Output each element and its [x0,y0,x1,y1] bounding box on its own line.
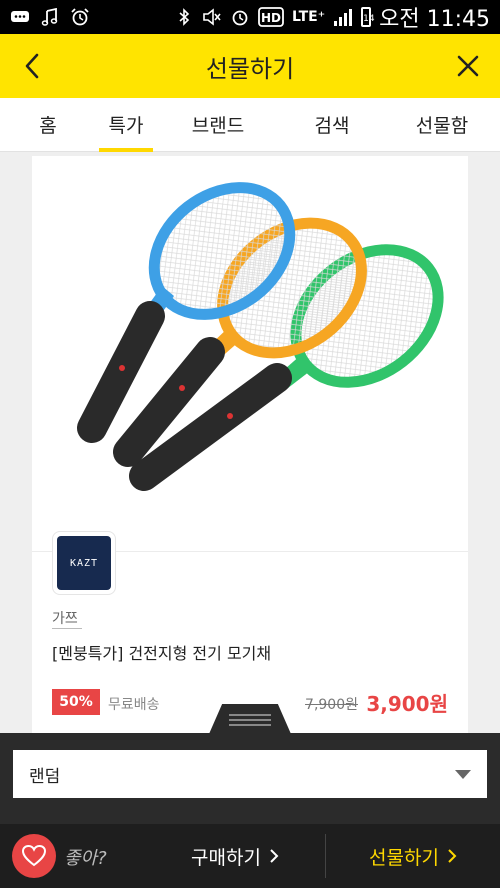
product-name: [멘붕특가] 건전지형 전기 모기채 [52,644,272,663]
brand-logo[interactable]: KAZT [52,531,116,595]
page-title: 선물하기 [205,54,295,83]
tab-home[interactable]: 홈 [0,98,96,151]
alarm-icon [232,10,248,26]
seller-name: 가쯔 [52,611,78,627]
like-button[interactable] [12,834,56,878]
hd-icon: HD [258,7,284,27]
original-price: 7,900원 [305,697,358,713]
tab-search[interactable]: 검색 [280,98,384,151]
action-bar: 좋아? 구매하기 선물하기 [0,824,500,888]
tab-deals[interactable]: 특가 [96,98,156,151]
close-button[interactable] [436,34,500,98]
product-image [77,182,444,491]
tab-brand[interactable]: 브랜드 [156,98,280,151]
option-select-value: 랜덤 [29,766,61,787]
music-icon [41,8,58,26]
handle-line [229,719,271,721]
handle-line [229,724,271,726]
handle-line [229,714,271,716]
gift-label: 선물하기 [369,846,439,869]
tab-bar: 홈 특가 브랜드 검색 선물함 [0,98,500,152]
heart-icon [21,844,47,867]
brand-logo-mark: KAZT [57,536,111,590]
product-card[interactable]: KAZT 가쯔 [멘붕특가] 건전지형 전기 모기채 50% 무료배송 7,90… [32,156,468,756]
caret-down-icon [455,770,471,779]
app-header: 선물하기 [0,34,500,98]
like-label: 좋아? [64,848,107,869]
panel-handle[interactable] [209,704,291,734]
buy-button[interactable]: 구매하기 [145,824,325,888]
discount-badge: 50% [52,689,100,715]
svg-text:HD: HD [261,11,281,25]
battery-icon: 14 [361,7,375,27]
back-button[interactable] [0,34,64,98]
chevron-left-icon [25,53,39,79]
bluetooth-icon [179,8,190,26]
gift-button[interactable]: 선물하기 [326,824,500,888]
status-bar: HD LTE⁺ 14 오전 11:45 [0,0,500,34]
status-time: 오전 11:45 [379,7,490,32]
chat-icon [11,11,29,22]
option-select[interactable]: 랜덤 [13,750,487,798]
tab-giftbox[interactable]: 선물함 [384,98,500,151]
seller-underline [52,628,82,629]
close-icon [457,55,479,77]
buy-label: 구매하기 [191,846,261,869]
sale-price: 3,900원 [366,692,448,716]
alarm-icon [71,8,89,26]
signal-icon [334,9,353,26]
shipping-label: 무료배송 [108,697,160,713]
mute-icon [203,8,221,26]
chevron-right-icon [270,849,279,863]
lte-indicator: LTE⁺ [292,9,326,25]
chevron-right-icon [448,849,457,863]
